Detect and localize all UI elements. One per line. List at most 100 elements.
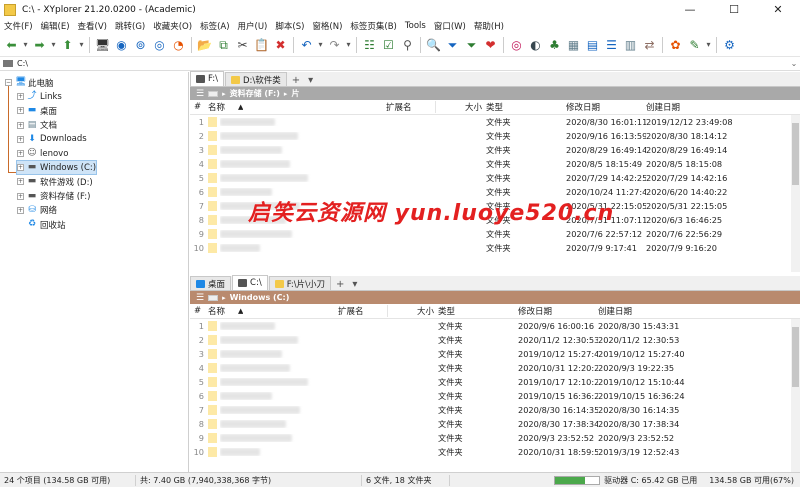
address-input[interactable]: C:\	[17, 59, 788, 68]
table-row[interactable]: 8 文件夹 2020/7/31 11:07:11 2020/6/3 16:46:25	[190, 213, 800, 227]
menu-icon[interactable]: ☰	[190, 89, 208, 99]
pin-icon[interactable]: ⚲	[399, 36, 416, 53]
color-filter-icon[interactable]: ✿	[667, 36, 684, 53]
scrollbar[interactable]	[791, 115, 800, 272]
col-modified[interactable]: 修改日期	[518, 305, 598, 317]
checkbox-icon[interactable]: ☑	[380, 36, 397, 53]
new-tab-button[interactable]: +	[288, 75, 304, 86]
menu-item[interactable]: 窗口(W)	[430, 20, 470, 32]
menu-item[interactable]: 帮助(H)	[470, 20, 508, 32]
tree-item[interactable]: + ▬ 桌面	[17, 104, 57, 117]
col-type[interactable]: 类型	[486, 101, 566, 113]
tab[interactable]: C:\	[232, 275, 268, 290]
paste-icon[interactable]: 📋	[253, 36, 270, 53]
expand-toggle[interactable]: +	[17, 93, 24, 101]
up-dropdown-icon[interactable]: ▾	[78, 36, 85, 53]
tab[interactable]: F:\	[190, 71, 224, 86]
table-row[interactable]: 5 文件夹 2019/10/17 12:10:29 2019/10/12 15:10:…	[190, 375, 800, 389]
tree-item[interactable]: + ⛁ 网络	[17, 204, 57, 217]
expand-toggle[interactable]: +	[17, 107, 24, 115]
expand-toggle[interactable]: −	[5, 79, 12, 86]
table-row[interactable]: 10 文件夹 2020/7/9 9:17:41 2020/7/9 9:16:20	[190, 241, 800, 255]
target-icon[interactable]: ◉	[113, 36, 130, 53]
brush-dropdown-icon[interactable]: ▾	[705, 36, 712, 53]
undo-icon[interactable]: ↶	[298, 36, 315, 53]
col-size[interactable]: 大小	[436, 101, 486, 113]
redo-dropdown-icon[interactable]: ▾	[345, 36, 352, 53]
tab-list-button[interactable]: ▾	[304, 75, 317, 86]
menu-item[interactable]: 用户(U)	[234, 20, 272, 32]
scrollbar[interactable]	[791, 319, 800, 472]
computer-icon[interactable]: 🖥	[94, 36, 111, 53]
menu-item[interactable]: 标签页集(B)	[346, 20, 400, 32]
col-index[interactable]: #	[190, 306, 208, 316]
col-extension[interactable]: 扩展名	[338, 305, 388, 317]
table-row[interactable]: 7 文件夹 2020/5/31 22:15:05 2020/5/31 22:15:05	[190, 199, 800, 213]
col-extension[interactable]: 扩展名	[386, 101, 436, 113]
tree-item[interactable]: + ▬ 软件游戏 (D:)	[17, 175, 93, 188]
cut-icon[interactable]: ✂	[234, 36, 251, 53]
table-row[interactable]: 6 文件夹 2020/10/24 11:27:47 2020/6/20 14:40:2…	[190, 185, 800, 199]
expand-toggle[interactable]: +	[17, 135, 24, 143]
tab[interactable]: D:\软件类	[224, 72, 287, 86]
col-modified[interactable]: 修改日期	[566, 101, 646, 113]
table-row[interactable]: 4 文件夹 2020/8/5 18:15:49 2020/8/5 18:15:08	[190, 157, 800, 171]
menu-item[interactable]: 跳转(G)	[111, 20, 149, 32]
brush-icon[interactable]: ✎	[686, 36, 703, 53]
back-icon[interactable]: ⬅	[3, 36, 20, 53]
tree-item[interactable]: + ⤴ Links	[17, 90, 62, 103]
address-bar[interactable]: C:\ ⌄	[0, 57, 800, 71]
table-row[interactable]: 1 文件夹 2020/8/30 16:01:11 2019/12/12 23:49:0…	[190, 115, 800, 129]
expand-toggle[interactable]: +	[17, 150, 24, 157]
sync-icon[interactable]: ⇄	[641, 36, 658, 53]
tree-item[interactable]: + ▬ Windows (C:)	[15, 160, 98, 176]
breadcrumb-item[interactable]: 资料存储 (F:)	[230, 88, 280, 99]
menu-item[interactable]: 脚本(S)	[271, 20, 308, 32]
search-icon[interactable]: 🔍	[425, 36, 442, 53]
chevron-down-icon[interactable]: ⌄	[788, 59, 800, 68]
col-name[interactable]: 名称	[208, 101, 386, 113]
tag-icon[interactable]: ❤	[482, 36, 499, 53]
preview-icon[interactable]: ▥	[622, 36, 639, 53]
tree-item[interactable]: + ▬ 资料存储 (F:)	[17, 190, 90, 203]
tree-item[interactable]: ♻ 回收站	[17, 218, 66, 231]
col-name[interactable]: 名称	[208, 305, 338, 317]
breadcrumb-item[interactable]: Windows (C:)	[230, 293, 290, 302]
undo-dropdown-icon[interactable]: ▾	[317, 36, 324, 53]
tab-list-button[interactable]: ▾	[348, 279, 361, 290]
menu-item[interactable]: 收藏夹(O)	[149, 20, 196, 32]
close-button[interactable]: ✕	[756, 0, 800, 19]
table-row[interactable]: 9 文件夹 2020/9/3 23:52:52 2020/9/3 23:52:52	[190, 431, 800, 445]
menu-item[interactable]: 窗格(N)	[308, 20, 346, 32]
menu-item[interactable]: 查看(V)	[74, 20, 111, 32]
list-view-icon[interactable]: ☰	[603, 36, 620, 53]
tree-item[interactable]: + ⬇ Downloads	[17, 133, 87, 146]
settings-icon[interactable]: ⚙	[721, 36, 738, 53]
menu-item[interactable]: 编辑(E)	[37, 20, 74, 32]
table-row[interactable]: 7 文件夹 2020/8/30 16:14:35 2020/8/30 16:14:35	[190, 403, 800, 417]
minimize-button[interactable]: —	[668, 0, 712, 19]
visual-filter-icon[interactable]: ⏷	[463, 36, 480, 53]
col-type[interactable]: 类型	[438, 305, 518, 317]
redo-icon[interactable]: ↷	[326, 36, 343, 53]
col-size[interactable]: 大小	[388, 305, 438, 317]
table-row[interactable]: 3 文件夹 2019/10/12 15:27:40 2019/10/12 15:27:…	[190, 347, 800, 361]
table-row[interactable]: 2 文件夹 2020/9/16 16:13:59 2020/8/30 18:14:12	[190, 129, 800, 143]
find-icon[interactable]: ⊚	[132, 36, 149, 53]
col-created[interactable]: 创建日期	[646, 101, 738, 113]
up-icon[interactable]: ⬆	[59, 36, 76, 53]
recent-icon[interactable]: ◔	[170, 36, 187, 53]
forward-icon[interactable]: ➡	[31, 36, 48, 53]
table-row[interactable]: 6 文件夹 2019/10/15 16:36:24 2019/10/15 16:36:…	[190, 389, 800, 403]
tree-view-icon[interactable]: ☷	[361, 36, 378, 53]
back-dropdown-icon[interactable]: ▾	[22, 36, 29, 53]
table-row[interactable]: 3 文件夹 2020/8/29 16:49:14 2020/8/29 16:49:14	[190, 143, 800, 157]
expand-toggle[interactable]: +	[17, 121, 24, 129]
tree-item[interactable]: + ☺ lenovo	[17, 147, 68, 160]
filter-icon[interactable]: ⏷	[444, 36, 461, 53]
tab[interactable]: F:\片\小刀	[268, 276, 332, 290]
tree-item[interactable]: − 🖥 此电脑	[5, 76, 54, 89]
breadcrumb-item[interactable]: 片	[291, 88, 299, 99]
menu-item[interactable]: 文件(F)	[0, 20, 37, 32]
expand-toggle[interactable]: +	[17, 164, 24, 172]
